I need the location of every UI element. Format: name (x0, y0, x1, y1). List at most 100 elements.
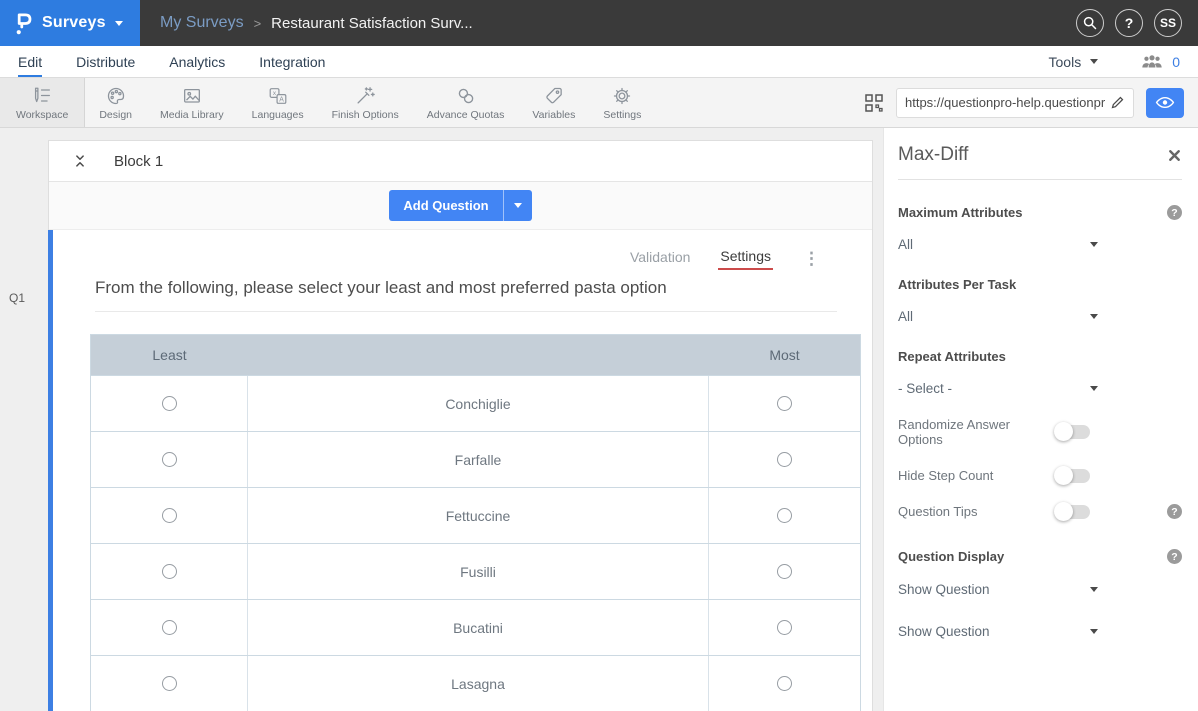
question-mark-icon: ? (1125, 15, 1134, 31)
sidebar-field-maximum-attributes: Maximum Attributes All (898, 205, 1182, 252)
most-header: Most (709, 335, 860, 375)
search-button[interactable] (1076, 9, 1104, 37)
block-title[interactable]: Block 1 (114, 153, 163, 170)
avatar[interactable]: SS (1154, 9, 1182, 37)
survey-toolbar: Workspace Design Media Library xA Langua… (0, 78, 1198, 128)
chevron-down-icon (1090, 587, 1098, 592)
svg-text:A: A (279, 96, 284, 103)
question-tab-validation[interactable]: Validation (628, 249, 692, 269)
help-icon[interactable] (1167, 504, 1182, 519)
qr-code-icon[interactable] (864, 93, 884, 113)
tab-distribute[interactable]: Distribute (76, 46, 135, 77)
dropdown-value: Show Question (898, 582, 990, 597)
dropdown-value: - Select - (898, 381, 952, 396)
product-switcher[interactable]: Surveys (0, 0, 140, 46)
edit-url-icon[interactable] (1110, 95, 1125, 110)
breadcrumb: My Surveys > Restaurant Satisfaction Sur… (140, 0, 1076, 46)
collaborators-count: 0 (1172, 54, 1180, 70)
toggle-question-tips[interactable] (1056, 505, 1090, 519)
tools-menu[interactable]: Tools (1049, 54, 1099, 70)
toggle-row-question-tips: Question Tips (898, 504, 1182, 519)
least-radio[interactable] (162, 396, 177, 411)
toolbar-item-variables[interactable]: Variables (518, 78, 589, 127)
workspace-icon (31, 85, 53, 107)
chevron-down-icon (115, 21, 123, 26)
tab-integration[interactable]: Integration (259, 46, 325, 77)
breadcrumb-separator: > (254, 16, 262, 31)
collaborators-indicator[interactable]: 0 (1140, 54, 1180, 70)
topbar: Surveys My Surveys > Restaurant Satisfac… (0, 0, 1198, 46)
add-question-row: Add Question (49, 182, 872, 230)
add-question-button[interactable]: Add Question (389, 190, 502, 221)
maxdiff-settings-panel: Max-Diff Maximum Attributes All Attribut… (883, 128, 1198, 711)
toggle-hide-step-count[interactable] (1056, 469, 1090, 483)
links-icon (455, 85, 477, 107)
gear-icon (611, 85, 633, 107)
question-editor: Validation Settings From the following, p… (48, 230, 872, 711)
toolbar-item-finish-options[interactable]: Finish Options (318, 78, 413, 127)
most-radio[interactable] (777, 452, 792, 467)
toolbar-item-workspace[interactable]: Workspace (0, 78, 85, 127)
question-display-section: Question Display Show Question Show Ques… (898, 549, 1182, 639)
least-header: Least (91, 335, 248, 375)
attribute-label: Conchiglie (248, 376, 709, 431)
toggle-knob (1054, 422, 1073, 441)
question-tab-settings[interactable]: Settings (718, 248, 773, 270)
help-icon[interactable] (1167, 205, 1182, 220)
chevron-down-icon (1090, 314, 1098, 319)
tab-edit[interactable]: Edit (18, 46, 42, 77)
chevron-down-icon (1090, 242, 1098, 247)
least-radio[interactable] (162, 452, 177, 467)
dropdown-value: Show Question (898, 624, 990, 639)
collapse-block-icon[interactable] (72, 152, 88, 170)
tab-analytics[interactable]: Analytics (169, 46, 225, 77)
toolbar-item-languages[interactable]: xA Languages (238, 78, 318, 127)
gutter (873, 128, 883, 711)
most-radio[interactable] (777, 564, 792, 579)
toggle-randomize-answer-options[interactable] (1056, 425, 1090, 439)
toggle-row-hide-step-count: Hide Step Count (898, 468, 1182, 483)
least-radio[interactable] (162, 676, 177, 691)
toolbar-items: Workspace Design Media Library xA Langua… (0, 78, 655, 127)
table-row: Fettuccine (91, 487, 860, 543)
question-menu-icon[interactable] (799, 249, 824, 269)
most-radio[interactable] (777, 396, 792, 411)
most-radio[interactable] (777, 620, 792, 635)
toolbar-item-advance-quotas[interactable]: Advance Quotas (413, 78, 519, 127)
dropdown-attributes-per-task[interactable]: All (898, 309, 1098, 324)
maxdiff-table: Least Most Conchiglie Farfalle Fettuccin… (90, 334, 861, 711)
least-radio[interactable] (162, 620, 177, 635)
survey-url-field[interactable]: https://questionpro-help.questionpr (896, 88, 1134, 118)
show-question-dropdown-1[interactable]: Show Question (898, 582, 1098, 597)
dropdown-maximum-attributes[interactable]: All (898, 237, 1098, 252)
topbar-actions: ? SS (1076, 0, 1198, 46)
show-question-dropdown-2[interactable]: Show Question (898, 624, 1098, 639)
breadcrumb-my-surveys[interactable]: My Surveys (160, 14, 244, 32)
brand-label: Surveys (42, 14, 106, 32)
most-radio[interactable] (777, 676, 792, 691)
sidebar-toggles: Randomize Answer Options Hide Step Count… (898, 417, 1182, 519)
least-radio[interactable] (162, 508, 177, 523)
toolbar-item-design[interactable]: Design (85, 78, 146, 127)
toolbar-item-media-library[interactable]: Media Library (146, 78, 238, 127)
toolbar-item-settings[interactable]: Settings (589, 78, 655, 127)
close-panel-icon[interactable] (1167, 148, 1182, 163)
questionpro-logo (14, 11, 33, 36)
table-row: Bucatini (91, 599, 860, 655)
dropdown-repeat-attributes[interactable]: - Select - (898, 381, 1098, 396)
least-radio[interactable] (162, 564, 177, 579)
help-icon[interactable] (1167, 549, 1182, 564)
toggle-knob (1054, 466, 1073, 485)
help-button[interactable]: ? (1115, 9, 1143, 37)
add-question-dropdown[interactable] (503, 190, 532, 221)
question-tabs: Validation Settings (628, 248, 773, 270)
chevron-down-icon (514, 203, 522, 208)
preview-button[interactable] (1146, 88, 1184, 118)
attribute-label: Lasagna (248, 656, 709, 711)
most-radio[interactable] (777, 508, 792, 523)
attribute-label: Bucatini (248, 600, 709, 655)
eye-icon (1155, 95, 1175, 110)
table-header-row: Least Most (91, 335, 860, 375)
attribute-label: Farfalle (248, 432, 709, 487)
question-title[interactable]: From the following, please select your l… (95, 278, 837, 312)
